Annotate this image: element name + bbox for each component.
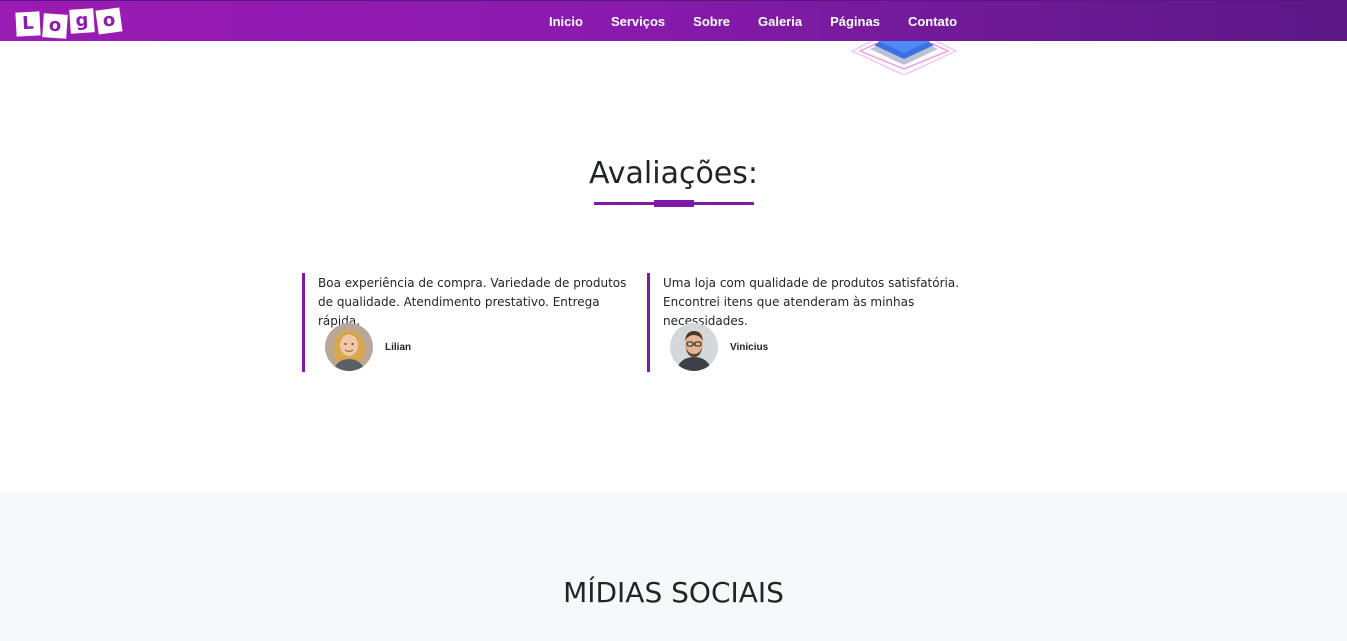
logo-letter: g [69, 8, 95, 34]
nav-link-inicio[interactable]: Inicio [535, 14, 597, 29]
man-avatar-icon [670, 323, 718, 371]
review-card: Boa experiência de compra. Variedade de … [302, 273, 642, 372]
reviewer: Lilian [325, 323, 411, 371]
review-card: Uma loja com qualidade de produtos satis… [647, 273, 987, 372]
nav-link-sobre[interactable]: Sobre [679, 14, 744, 29]
social-media-title: MÍDIAS SOCIAIS [563, 576, 784, 609]
nav-link-galeria[interactable]: Galeria [744, 14, 816, 29]
logo-letter: o [95, 7, 123, 35]
logo-letter: o [42, 13, 68, 39]
nav-link-contato[interactable]: Contato [894, 14, 971, 29]
woman-avatar-icon [325, 323, 373, 371]
reviews-title: Avaliações: [589, 156, 758, 191]
top-navbar: L o g o Inicio Serviços Sobre Galeria Pá… [0, 0, 1347, 41]
reviewer-name: Lilian [385, 341, 412, 353]
nav-link-paginas[interactable]: Páginas [816, 14, 894, 29]
reviewer-name: Vinicius [730, 341, 769, 353]
social-media-section: MÍDIAS SOCIAIS [0, 492, 1347, 641]
title-underline-accent [654, 200, 694, 207]
nav-link-servicos[interactable]: Serviços [597, 14, 679, 29]
logo-letter: L [15, 11, 41, 37]
nav-menu: Inicio Serviços Sobre Galeria Páginas Co… [535, 1, 971, 42]
reviewer: Vinicius [670, 323, 768, 371]
logo[interactable]: L o g o [15, 7, 123, 39]
